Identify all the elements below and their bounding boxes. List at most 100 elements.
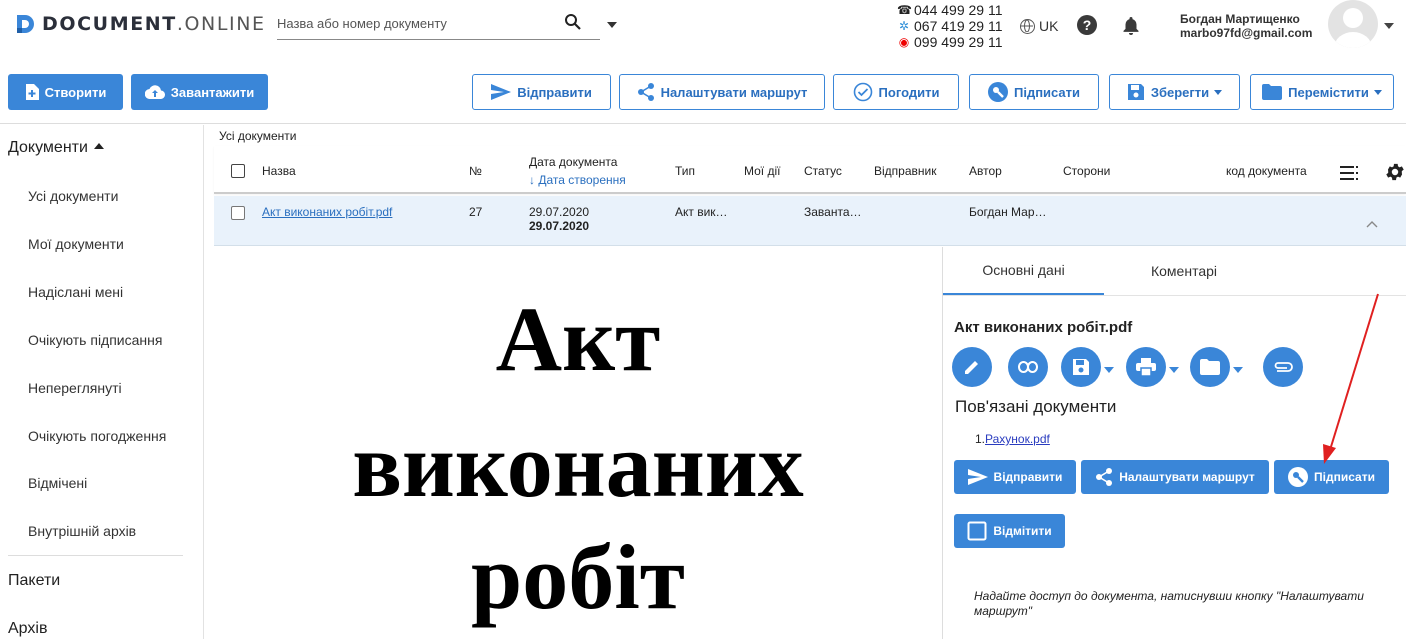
approve-label: Погодити [878,84,940,100]
phone-vodafone: ◉ 099 499 29 11 [897,34,1003,50]
panel-mark-label: Відмітити [993,524,1052,538]
app-header: DOCUMENT.ONLINE ☎044 499 29 11 ✲ 067 419 … [0,0,1406,56]
row-doc-date: 29.07.2020 [529,205,590,219]
sidebar-item-all-documents[interactable]: Усі документи [28,188,118,204]
column-created-date-sort[interactable]: ↓ Дата створення [529,173,626,187]
globe-icon [1020,18,1035,34]
panel-mark-button[interactable]: Відмітити [954,514,1065,548]
tab-comments[interactable]: Коментарі [1104,247,1264,295]
table-header: Назва № Дата документа ↓ Дата створення … [214,146,1406,194]
send-button[interactable]: Відправити [472,74,611,110]
create-label: Створити [44,84,107,100]
column-my-actions[interactable]: Мої дії [744,164,780,178]
column-doc-code[interactable]: код документа [1226,164,1307,178]
phone-number: 067 419 29 11 [914,18,1003,34]
row-checkbox[interactable] [231,206,245,220]
related-index: 1. [975,432,986,446]
row-name[interactable]: Акт виконаних робіт.pdf [262,205,392,219]
column-parties[interactable]: Сторони [1063,164,1110,178]
column-sender[interactable]: Відправник [874,164,936,178]
sidebar-item-awaiting-signature[interactable]: Очікують підписання [28,332,162,348]
new-document-icon [25,84,39,100]
save-label: Зберегти [1150,84,1210,100]
user-name: Богдан Мартищенко [1180,12,1300,26]
user-menu-dropdown[interactable] [1384,23,1394,29]
logo[interactable]: DOCUMENT.ONLINE [14,13,266,35]
panel-configure-route-button[interactable]: Налаштувати маршрут [1081,460,1269,494]
phone-kyivstar: ✲ 067 419 29 11 [897,18,1003,34]
caret-down-icon[interactable] [1233,367,1243,373]
move-button[interactable]: Перемістити [1250,74,1394,110]
preview-line: Акт [495,288,661,390]
column-status[interactable]: Статус [804,164,842,178]
folder-button[interactable] [1190,347,1230,387]
related-document-link[interactable]: Рахунок.pdf [985,432,1050,446]
save-button[interactable]: Зберегти [1109,74,1240,110]
sidebar-item-internal-archive[interactable]: Внутрішній архів [28,523,136,539]
gear-icon[interactable] [1384,161,1406,183]
caret-down-icon[interactable] [1104,367,1114,373]
sidebar-section-documents[interactable]: Документи [8,139,104,157]
search-filter-dropdown[interactable] [607,22,617,28]
bell-icon[interactable] [1122,16,1140,36]
pencil-icon [965,361,978,374]
row-type: Акт вик… [675,205,728,219]
sidebar-item-unviewed[interactable]: Непереглянуті [28,380,122,396]
table-row[interactable]: Акт виконаних робіт.pdf 27 29.07.2020 29… [214,196,1406,246]
sidebar-item-marked[interactable]: Відмічені [28,475,87,491]
check-circle-icon [853,82,872,102]
select-all-checkbox[interactable] [231,164,245,178]
print-button[interactable] [1126,347,1166,387]
sidebar-section-archive[interactable]: Архів [8,620,47,638]
edit-button[interactable] [952,347,992,387]
caret-down-icon[interactable] [1169,367,1179,373]
row-created-date: 29.07.2020 [529,219,590,233]
share-icon [637,83,654,101]
upload-button[interactable]: Завантажити [131,74,268,110]
phone-number: 099 499 29 11 [914,34,1003,50]
save-file-button[interactable] [1061,347,1101,387]
share-icon [1096,468,1113,486]
user-email: marbo97fd@gmail.com [1180,26,1313,40]
avatar[interactable] [1328,0,1378,48]
user-info[interactable]: Богдан Мартищенко marbo97fd@gmail.com [1180,12,1312,40]
key-icon [1288,467,1309,487]
attach-button[interactable] [1263,347,1303,387]
create-button[interactable]: Створити [8,74,123,110]
tab-main-data[interactable]: Основні дані [943,247,1104,295]
column-list-icon[interactable] [1340,166,1360,180]
phone-icon: ☎ [897,3,912,17]
sidebar-item-my-documents[interactable]: Мої документи [28,236,124,252]
phone-number: 044 499 29 11 [914,2,1003,18]
language-switcher[interactable]: UK [1020,18,1058,34]
logo-text-bold: DOCUMENT [42,13,177,35]
chevron-up-icon[interactable] [1366,220,1378,228]
column-number[interactable]: № [469,164,482,178]
sidebar-item-awaiting-approval[interactable]: Очікують погодження [28,428,166,444]
column-author[interactable]: Автор [969,164,1002,178]
sidebar-section-label: Документи [8,139,88,156]
panel-route-label: Налаштувати маршрут [1119,470,1255,484]
column-type[interactable]: Тип [675,164,695,178]
logo-text-thin: .ONLINE [176,13,266,35]
column-name[interactable]: Назва [262,164,296,178]
search-input[interactable] [277,8,557,38]
checkbox-outline-icon [967,521,987,541]
panel-send-button[interactable]: Відправити [954,460,1076,494]
floppy-icon [1073,359,1089,375]
approve-button[interactable]: Погодити [833,74,959,110]
document-link[interactable]: Акт виконаних робіт.pdf [262,205,392,219]
send-label: Відправити [517,84,592,100]
help-icon[interactable]: ? [1077,15,1097,35]
panel-sign-label: Підписати [1314,470,1375,484]
configure-route-button[interactable]: Налаштувати маршрут [619,74,825,110]
link-button[interactable] [1008,347,1048,387]
sign-button[interactable]: Підписати [969,74,1099,110]
search-icon[interactable] [564,13,582,31]
column-doc-date[interactable]: Дата документа [529,155,617,169]
send-icon [491,84,512,100]
sidebar-item-sent-to-me[interactable]: Надіслані мені [28,284,123,300]
sidebar-section-packages[interactable]: Пакети [8,572,60,590]
key-icon [987,82,1008,102]
panel-send-label: Відправити [993,470,1063,484]
